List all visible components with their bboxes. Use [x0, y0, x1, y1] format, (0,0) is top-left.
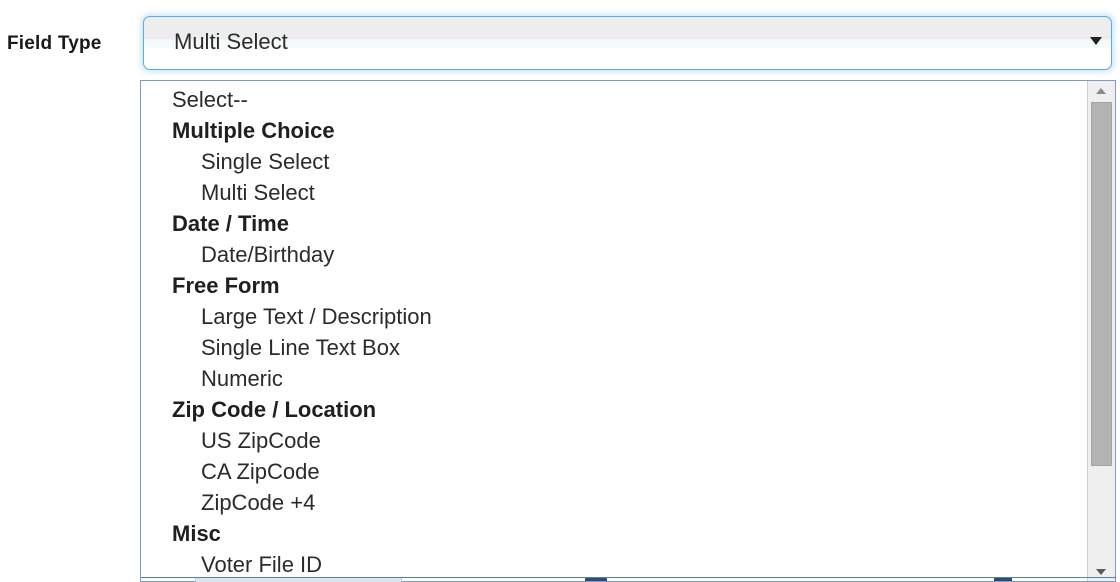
background-accent-partial	[585, 578, 607, 581]
listbox-group-label: Date / Time	[141, 208, 1087, 239]
scrollbar-up-button[interactable]	[1088, 81, 1115, 99]
chevron-down-icon	[1090, 37, 1102, 45]
listbox-option[interactable]: Date/Birthday	[141, 239, 1087, 270]
field-type-listbox[interactable]: Select--Multiple ChoiceSingle SelectMult…	[140, 80, 1116, 582]
triangle-up-icon	[1096, 88, 1106, 94]
listbox-option[interactable]: Large Text / Description	[141, 301, 1087, 332]
triangle-down-icon	[1096, 569, 1106, 575]
listbox-group-label: Free Form	[141, 270, 1087, 301]
listbox-group-label: Multiple Choice	[141, 115, 1087, 146]
listbox-options-container: Select--Multiple ChoiceSingle SelectMult…	[141, 81, 1087, 580]
listbox-option[interactable]: Voter File ID	[141, 549, 1087, 580]
scrollbar-down-button[interactable]	[1088, 563, 1115, 581]
listbox-option[interactable]: Multi Select	[141, 177, 1087, 208]
listbox-option[interactable]: US ZipCode	[141, 425, 1087, 456]
listbox-group-label: Misc	[141, 518, 1087, 549]
field-type-form-row: Field Type Multi Select	[0, 0, 1120, 90]
listbox-option[interactable]: Select--	[141, 84, 1087, 115]
scrollbar-thumb[interactable]	[1091, 102, 1112, 466]
listbox-option[interactable]: Single Line Text Box	[141, 332, 1087, 363]
field-type-select-wrapper: Multi Select	[140, 13, 1117, 75]
listbox-option[interactable]: ZipCode +4	[141, 487, 1087, 518]
field-type-label: Field Type	[7, 33, 102, 55]
listbox-option[interactable]: CA ZipCode	[141, 456, 1087, 487]
background-accent-right-partial	[994, 578, 1012, 581]
listbox-option[interactable]: Numeric	[141, 363, 1087, 394]
listbox-group-label: Zip Code / Location	[141, 394, 1087, 425]
background-button-partial	[195, 578, 402, 582]
field-type-selected-value: Multi Select	[174, 29, 288, 55]
field-type-select[interactable]: Multi Select	[143, 16, 1112, 70]
listbox-scrollbar[interactable]	[1087, 81, 1115, 581]
listbox-option[interactable]: Single Select	[141, 146, 1087, 177]
